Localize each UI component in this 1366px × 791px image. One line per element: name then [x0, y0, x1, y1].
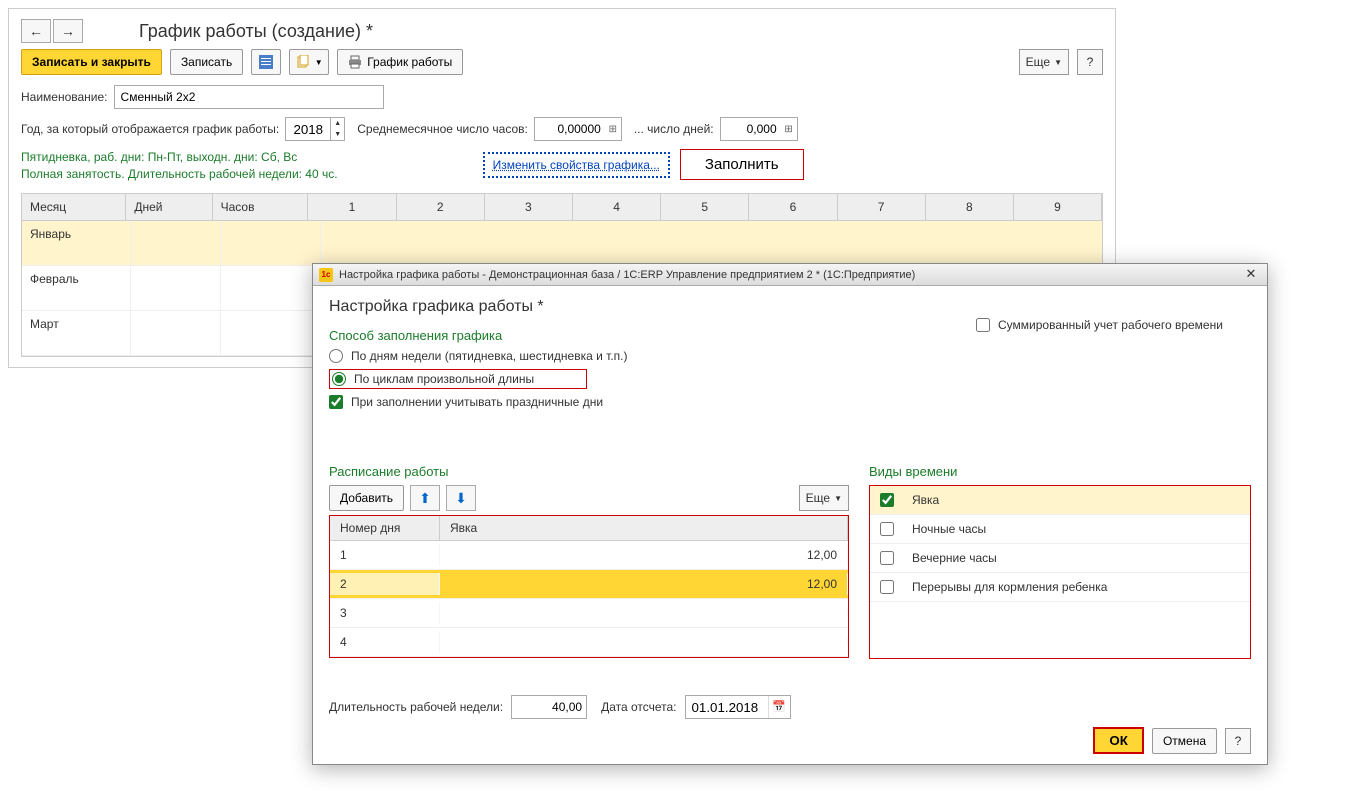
schedule-info: Пятидневка, раб. дни: Пн-Пт, выходн. дни…: [21, 149, 338, 183]
col-month: Месяц: [22, 194, 126, 220]
summed-time-checkbox[interactable]: [976, 318, 990, 332]
name-label: Наименование:: [21, 90, 108, 104]
more-button[interactable]: Еще▼: [1019, 49, 1069, 75]
app-logo-icon: 1c: [319, 268, 333, 282]
calculator-icon[interactable]: ⊞: [781, 124, 797, 135]
fill-by-weekdays-label: По дням недели (пятидневка, шестидневка …: [351, 349, 628, 363]
time-types-table: Явка Ночные часы Вечерние часы Перерывы …: [869, 485, 1251, 659]
col-hours: Часов: [213, 194, 309, 220]
avg-hours-label: Среднемесячное число часов:: [357, 122, 528, 136]
start-date-input[interactable]: [686, 700, 768, 715]
year-label: Год, за который отображается график рабо…: [21, 122, 279, 136]
nav-back-button[interactable]: ←: [21, 19, 51, 43]
ok-button[interactable]: ОК: [1093, 727, 1144, 754]
dialog-titlebar-text: Настройка графика работы - Демонстрацион…: [339, 269, 915, 281]
dialog-title: Настройка графика работы *: [329, 298, 1251, 316]
year-input[interactable]: [286, 118, 330, 140]
schedule-row[interactable]: 1 12,00: [330, 541, 848, 570]
spinner-down[interactable]: ▼: [331, 129, 344, 140]
time-type-checkbox[interactable]: [880, 580, 894, 594]
settings-dialog: 1c Настройка графика работы - Демонстрац…: [312, 263, 1268, 765]
print-schedule-button[interactable]: График работы: [337, 49, 463, 75]
start-date-label: Дата отсчета:: [601, 700, 676, 714]
fill-by-weekdays-radio[interactable]: [329, 349, 343, 363]
name-input[interactable]: [114, 85, 384, 109]
calendar-icon[interactable]: 📅: [768, 696, 790, 718]
save-and-close-button[interactable]: Записать и закрыть: [21, 49, 162, 75]
copy-dropdown-button[interactable]: ▼: [289, 49, 329, 75]
schedule-more-button[interactable]: Еще▼: [799, 485, 849, 511]
page-title: График работы (создание) *: [139, 21, 373, 42]
year-spinner[interactable]: ▲▼: [285, 117, 345, 141]
spinner-up[interactable]: ▲: [331, 118, 344, 129]
copy-icon: [296, 55, 310, 69]
time-type-row[interactable]: Вечерние часы: [870, 544, 1250, 573]
move-up-button[interactable]: ⬆: [410, 485, 440, 511]
time-type-row[interactable]: Явка: [870, 486, 1250, 515]
col-days: Дней: [126, 194, 212, 220]
week-length-label: Длительность рабочей недели:: [329, 700, 503, 714]
calculator-icon[interactable]: ⊞: [605, 124, 621, 135]
summed-time-label: Суммированный учет рабочего времени: [998, 318, 1223, 332]
schedule-row[interactable]: 3: [330, 599, 848, 628]
edit-properties-link[interactable]: Изменить свойства графика...: [483, 152, 670, 178]
save-button[interactable]: Записать: [170, 49, 243, 75]
help-button[interactable]: ?: [1077, 49, 1103, 75]
time-types-section: Виды времени: [869, 464, 1251, 479]
consider-holidays-checkbox[interactable]: [329, 395, 343, 409]
col-attendance: Явка: [440, 516, 848, 540]
fill-button[interactable]: Заполнить: [680, 149, 804, 180]
schedule-table: Номер дня Явка 1 12,00 2 12,00 3: [329, 515, 849, 658]
avg-days-label: ... число дней:: [634, 122, 714, 136]
schedule-row[interactable]: 2 12,00: [330, 570, 848, 599]
close-button[interactable]: ✕: [1241, 266, 1261, 284]
week-length-input[interactable]: [511, 695, 587, 719]
time-type-checkbox[interactable]: [880, 522, 894, 536]
grid-row[interactable]: Январь: [22, 221, 1102, 266]
time-type-row[interactable]: Ночные часы: [870, 515, 1250, 544]
col-day-number: Номер дня: [330, 516, 440, 540]
time-type-checkbox[interactable]: [880, 493, 894, 507]
consider-holidays-label: При заполнении учитывать праздничные дни: [351, 395, 603, 409]
cancel-button[interactable]: Отмена: [1152, 728, 1217, 754]
dialog-help-button[interactable]: ?: [1225, 728, 1251, 754]
time-type-row[interactable]: Перерывы для кормления ребенка: [870, 573, 1250, 602]
nav-forward-button[interactable]: →: [53, 19, 83, 43]
schedule-section: Расписание работы: [329, 464, 849, 479]
fill-by-cycle-label: По циклам произвольной длины: [354, 372, 534, 386]
list-icon: [259, 55, 273, 69]
avg-days-input[interactable]: [721, 118, 781, 140]
avg-hours-input[interactable]: [535, 118, 605, 140]
start-date-field[interactable]: 📅: [685, 695, 791, 719]
fill-by-cycle-radio[interactable]: [332, 372, 346, 386]
move-down-button[interactable]: ⬇: [446, 485, 476, 511]
add-row-button[interactable]: Добавить: [329, 485, 404, 511]
schedule-row[interactable]: 4: [330, 628, 848, 657]
list-icon-button[interactable]: [251, 49, 281, 75]
time-type-checkbox[interactable]: [880, 551, 894, 565]
printer-icon: [348, 55, 362, 69]
